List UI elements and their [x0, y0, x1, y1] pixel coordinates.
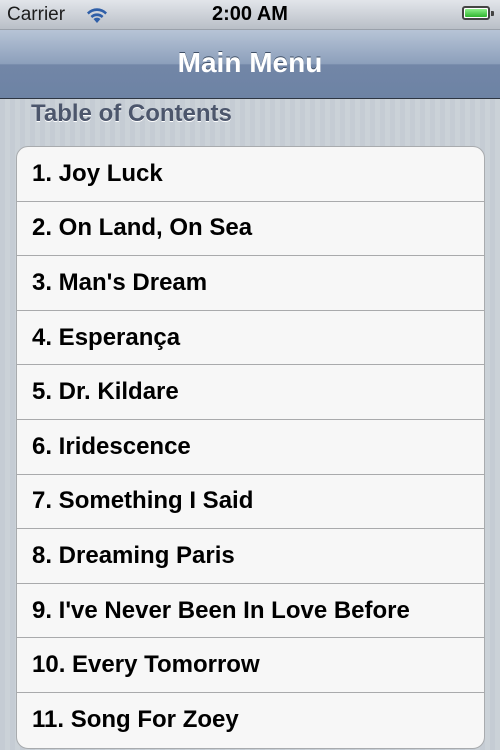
list-item[interactable]: 11. Song For Zoey	[17, 693, 484, 748]
contents-table: 1. Joy Luck 2. On Land, On Sea 3. Man's …	[16, 146, 485, 749]
page-title: Main Menu	[177, 47, 323, 78]
list-item[interactable]: 10. Every Tomorrow	[17, 638, 484, 693]
battery-icon	[462, 6, 494, 20]
status-time: 2:00 AM	[212, 3, 288, 25]
list-item[interactable]: 6. Iridescence	[17, 420, 484, 475]
list-item[interactable]: 4. Esperança	[17, 311, 484, 366]
list-item[interactable]: 2. On Land, On Sea	[17, 202, 484, 257]
list-item[interactable]: 7. Something I Said	[17, 475, 484, 530]
navigation-bar: Main Menu	[0, 30, 500, 99]
section-header: Table of Contents	[31, 100, 232, 127]
status-bar: Carrier 2:00 AM	[0, 0, 500, 30]
list-item[interactable]: 5. Dr. Kildare	[17, 365, 484, 420]
list-item[interactable]: 3. Man's Dream	[17, 256, 484, 311]
list-item[interactable]: 8. Dreaming Paris	[17, 529, 484, 584]
list-item[interactable]: 9. I've Never Been In Love Before	[17, 584, 484, 639]
list-item[interactable]: 1. Joy Luck	[17, 147, 484, 202]
